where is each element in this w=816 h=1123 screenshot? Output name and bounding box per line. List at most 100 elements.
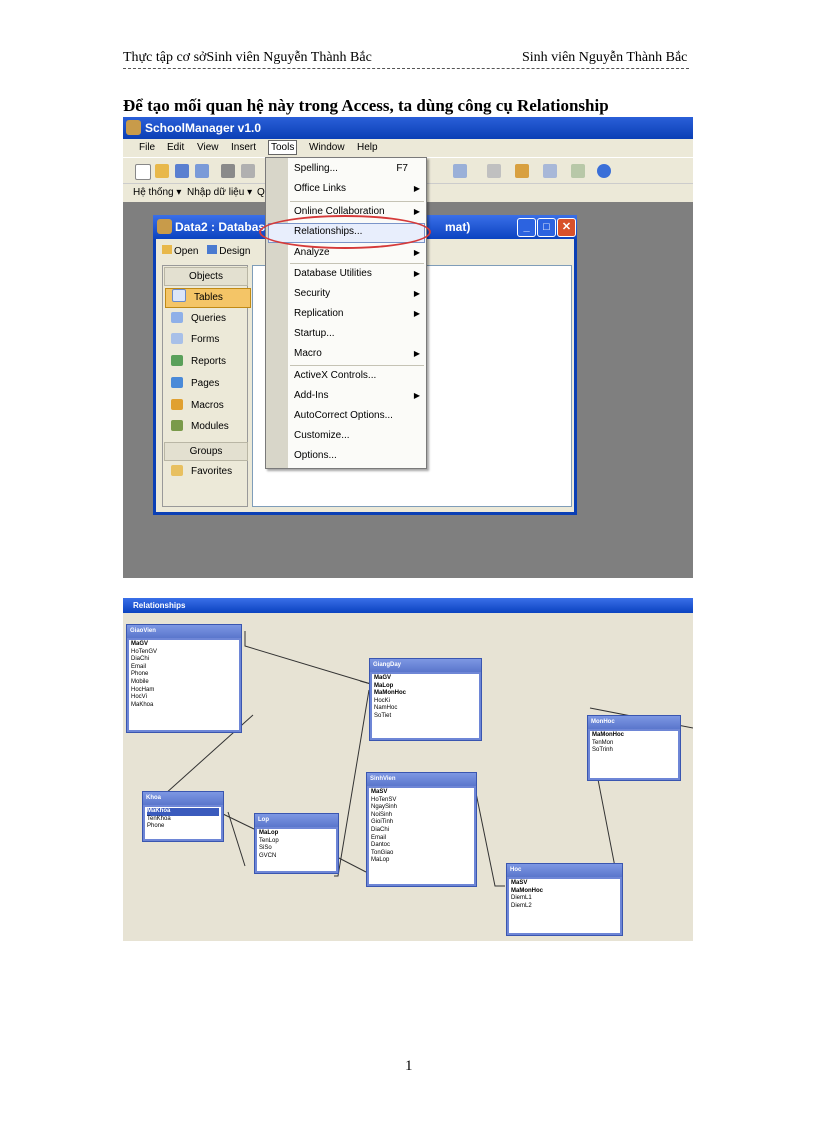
field-list: MaMonHoc TenMon SoTrinh — [590, 731, 678, 778]
app-title: SchoolManager v1.0 — [145, 121, 262, 135]
field: MaKhoa — [131, 701, 154, 708]
field: MaGV — [374, 675, 392, 681]
menu-item-customize[interactable]: Customize... — [294, 426, 422, 446]
field: NgaySinh — [371, 804, 398, 811]
menu-item-activex-controls[interactable]: ActiveX Controls... — [294, 366, 422, 386]
menu-tools[interactable]: Tools — [268, 140, 298, 155]
groups-header[interactable]: Groups — [164, 442, 248, 461]
field: MaSV — [511, 880, 528, 886]
database-title: Data2 : Database — [175, 220, 272, 234]
menu-item-add-ins[interactable]: Add-Ins ▶ — [294, 386, 422, 406]
field: DiaChi — [131, 656, 150, 663]
table-title[interactable]: GiangDay — [370, 659, 481, 672]
field: MaGV — [131, 641, 149, 647]
menu-file[interactable]: File — [139, 142, 155, 153]
field: Dantoc — [371, 842, 391, 849]
field: TenMon — [592, 739, 614, 746]
access-tools-menu-screenshot: SchoolManager v1.0 File Edit View Insert… — [123, 117, 693, 578]
open-folder-icon[interactable] — [155, 164, 169, 178]
menu-item-office-links[interactable]: Office Links ▶ — [294, 179, 422, 199]
menu-item-security[interactable]: Security ▶ — [294, 284, 422, 304]
objects-header[interactable]: Objects — [164, 267, 248, 286]
database-title-suffix: mat) — [445, 220, 471, 234]
object-reports[interactable]: Reports — [171, 353, 241, 371]
header-divider — [123, 68, 689, 69]
undo-icon[interactable] — [487, 164, 501, 178]
field: SiSo — [259, 845, 272, 852]
relation-line — [222, 813, 255, 830]
field: DiemL2 — [511, 902, 532, 909]
relation-line — [474, 787, 505, 887]
menubar: File Edit View Insert Tools Window Help — [123, 139, 693, 157]
field: SoTrinh — [592, 747, 613, 754]
table-giangday[interactable]: GiangDay MaGV MaLop MaMonHoc HocKi NamHo… — [369, 658, 482, 741]
menu-item-replication[interactable]: Replication ▶ — [294, 304, 422, 324]
field-list: MaGV HoTenGV DiaChi Email Phone Mobile H… — [129, 640, 239, 730]
menu-window[interactable]: Window — [309, 142, 345, 153]
design-button[interactable]: Design — [207, 245, 250, 257]
relationships-screenshot: Relationships GiaoVien MaGV HoTenGV DiaC… — [123, 598, 693, 941]
group-favorites[interactable]: Favorites — [171, 463, 241, 481]
field: MaKhoa — [147, 808, 219, 816]
toolbar-he-thong[interactable]: Hệ thống ▾ — [133, 187, 181, 198]
menu-insert[interactable]: Insert — [231, 142, 256, 153]
object-tables[interactable]: Tables — [165, 288, 251, 308]
table-giaovien[interactable]: GiaoVien MaGV HoTenGV DiaChi Email Phone… — [126, 624, 242, 733]
field: MaLop — [374, 682, 394, 689]
toolbar-q[interactable]: Q — [257, 187, 265, 198]
menu-help[interactable]: Help — [357, 142, 378, 153]
table-sinhvien[interactable]: SinhVien MaSV HoTenSV NgaySinh NoiSinh G… — [366, 772, 477, 887]
code-icon[interactable] — [453, 164, 467, 178]
table-title[interactable]: Khoa — [143, 792, 223, 805]
menu-edit[interactable]: Edit — [167, 142, 184, 153]
menu-item-options[interactable]: Options... — [294, 446, 422, 466]
print-icon[interactable] — [221, 164, 235, 178]
field-list: MaKhoa TenKhoa Phone — [145, 807, 221, 839]
new-icon[interactable] — [135, 164, 151, 180]
table-hoc[interactable]: Hoc MaSV MaMonHoc DiemL1 DiemL2 — [506, 863, 623, 936]
table-title[interactable]: GiaoVien — [127, 625, 241, 638]
toolbar-nhap-du-lieu[interactable]: Nhập dữ liệu ▾ — [187, 187, 252, 198]
header-right: Sinh viên Nguyễn Thành Bắc — [522, 50, 688, 65]
save-icon[interactable] — [175, 164, 189, 178]
section-heading: Để tạo mối quan hệ này trong Access, ta … — [123, 96, 609, 115]
maximize-button[interactable]: □ — [537, 218, 556, 237]
menu-item-spelling[interactable]: Spelling... F7 — [294, 159, 422, 179]
object-forms[interactable]: Forms — [171, 331, 241, 349]
properties-icon[interactable] — [515, 164, 529, 178]
close-button[interactable]: ✕ — [557, 218, 576, 237]
new-object-icon[interactable] — [571, 164, 585, 178]
relation-line — [244, 631, 372, 685]
relationships-icon[interactable] — [543, 164, 557, 178]
macro-icon — [171, 399, 183, 410]
help-icon[interactable] — [597, 164, 611, 178]
open-button[interactable]: Open — [162, 245, 198, 257]
highlight-oval — [259, 215, 431, 249]
table-title[interactable]: SinhVien — [367, 773, 476, 786]
minimize-button[interactable]: _ — [517, 218, 536, 237]
table-title[interactable]: Hoc — [507, 864, 622, 877]
object-modules[interactable]: Modules — [171, 418, 241, 436]
object-queries[interactable]: Queries — [171, 310, 241, 328]
field: HocVi — [131, 694, 147, 701]
search-icon[interactable] — [195, 164, 209, 178]
table-lop[interactable]: Lop MaLop TenLop SiSo GVCN — [254, 813, 339, 874]
table-monhoc[interactable]: MonHoc MaMonHoc TenMon SoTrinh — [587, 715, 681, 781]
object-macros[interactable]: Macros — [171, 397, 241, 415]
field: HocKi — [374, 697, 391, 704]
query-icon — [171, 312, 183, 323]
menu-item-startup[interactable]: Startup... — [294, 324, 422, 344]
table-title[interactable]: Lop — [255, 814, 338, 827]
table-title[interactable]: MonHoc — [588, 716, 680, 729]
preview-icon[interactable] — [241, 164, 255, 178]
field: HoTenSV — [371, 796, 397, 803]
field: Phone — [147, 823, 165, 830]
menu-item-autocorrect-options[interactable]: AutoCorrect Options... — [294, 406, 422, 426]
page-number: 1 — [405, 1058, 413, 1074]
form-icon — [171, 333, 183, 344]
table-khoa[interactable]: Khoa MaKhoa TenKhoa Phone — [142, 791, 224, 842]
menu-view[interactable]: View — [197, 142, 219, 153]
menu-item-macro[interactable]: Macro ▶ — [294, 344, 422, 364]
object-pages[interactable]: Pages — [171, 375, 241, 393]
menu-item-database-utilities[interactable]: Database Utilities ▶ — [294, 264, 422, 284]
